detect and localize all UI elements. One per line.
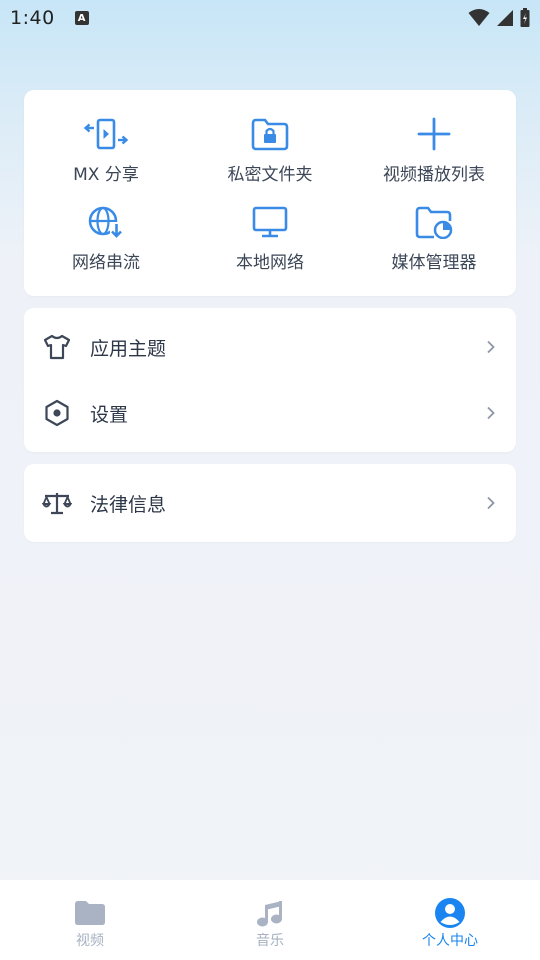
media-manager-button[interactable]: 媒体管理器 <box>352 200 516 288</box>
signal-icon <box>497 10 513 26</box>
legal-menu-card: 法律信息 <box>24 464 516 542</box>
chevron-right-icon <box>486 495 498 511</box>
quick-action-label: 媒体管理器 <box>391 253 477 273</box>
quick-action-label: 私密文件夹 <box>227 165 313 185</box>
quick-actions-card: MX 分享 私密文件夹 视频播放列表 网络串流 本地网络 媒体管理器 <box>24 90 516 296</box>
menu-label: 设置 <box>90 403 129 426</box>
nav-tab-music[interactable]: 音乐 <box>180 880 360 960</box>
notification-badge-icon: A <box>74 11 89 25</box>
legal-info-row[interactable]: 法律信息 <box>24 473 516 533</box>
menu-label: 应用主题 <box>90 337 167 360</box>
network-stream-icon <box>84 200 128 244</box>
music-note-icon <box>253 896 287 930</box>
share-transfer-icon <box>84 112 128 156</box>
nav-label: 音乐 <box>256 933 284 949</box>
nav-tab-profile[interactable]: 个人中心 <box>360 880 540 960</box>
video-playlist-button[interactable]: 视频播放列表 <box>352 112 516 200</box>
local-network-button[interactable]: 本地网络 <box>188 200 352 288</box>
mx-share-button[interactable]: MX 分享 <box>24 112 188 200</box>
chevron-right-icon <box>486 339 498 355</box>
folder-icon <box>73 896 107 930</box>
menu-label: 法律信息 <box>90 493 167 516</box>
status-icons <box>468 8 530 28</box>
monitor-icon <box>248 200 292 244</box>
private-folder-button[interactable]: 私密文件夹 <box>188 112 352 200</box>
nav-tab-video[interactable]: 视频 <box>0 880 180 960</box>
battery-icon <box>520 8 530 27</box>
quick-action-label: 视频播放列表 <box>383 165 485 185</box>
chevron-right-icon <box>486 405 498 421</box>
status-time: 1:40 <box>10 7 55 29</box>
tshirt-icon <box>42 332 72 362</box>
app-theme-row[interactable]: 应用主题 <box>24 317 516 377</box>
nav-label: 个人中心 <box>422 933 478 949</box>
quick-action-label: 网络串流 <box>72 253 140 273</box>
settings-row[interactable]: 设置 <box>24 383 516 443</box>
quick-action-label: MX 分享 <box>73 165 139 185</box>
user-icon <box>433 896 467 930</box>
nav-label: 视频 <box>76 933 104 949</box>
settings-menu-card: 应用主题 设置 <box>24 308 516 452</box>
wifi-icon <box>468 9 490 26</box>
quick-action-label: 本地网络 <box>236 253 304 273</box>
status-bar: 1:40 A <box>0 0 540 36</box>
network-stream-button[interactable]: 网络串流 <box>24 200 188 288</box>
bottom-navigation: 视频 音乐 个人中心 <box>0 880 540 960</box>
scales-icon <box>42 488 72 518</box>
private-folder-icon <box>248 112 292 156</box>
media-manager-icon <box>412 200 456 244</box>
hexagon-settings-icon <box>42 398 72 428</box>
add-icon <box>412 112 456 156</box>
